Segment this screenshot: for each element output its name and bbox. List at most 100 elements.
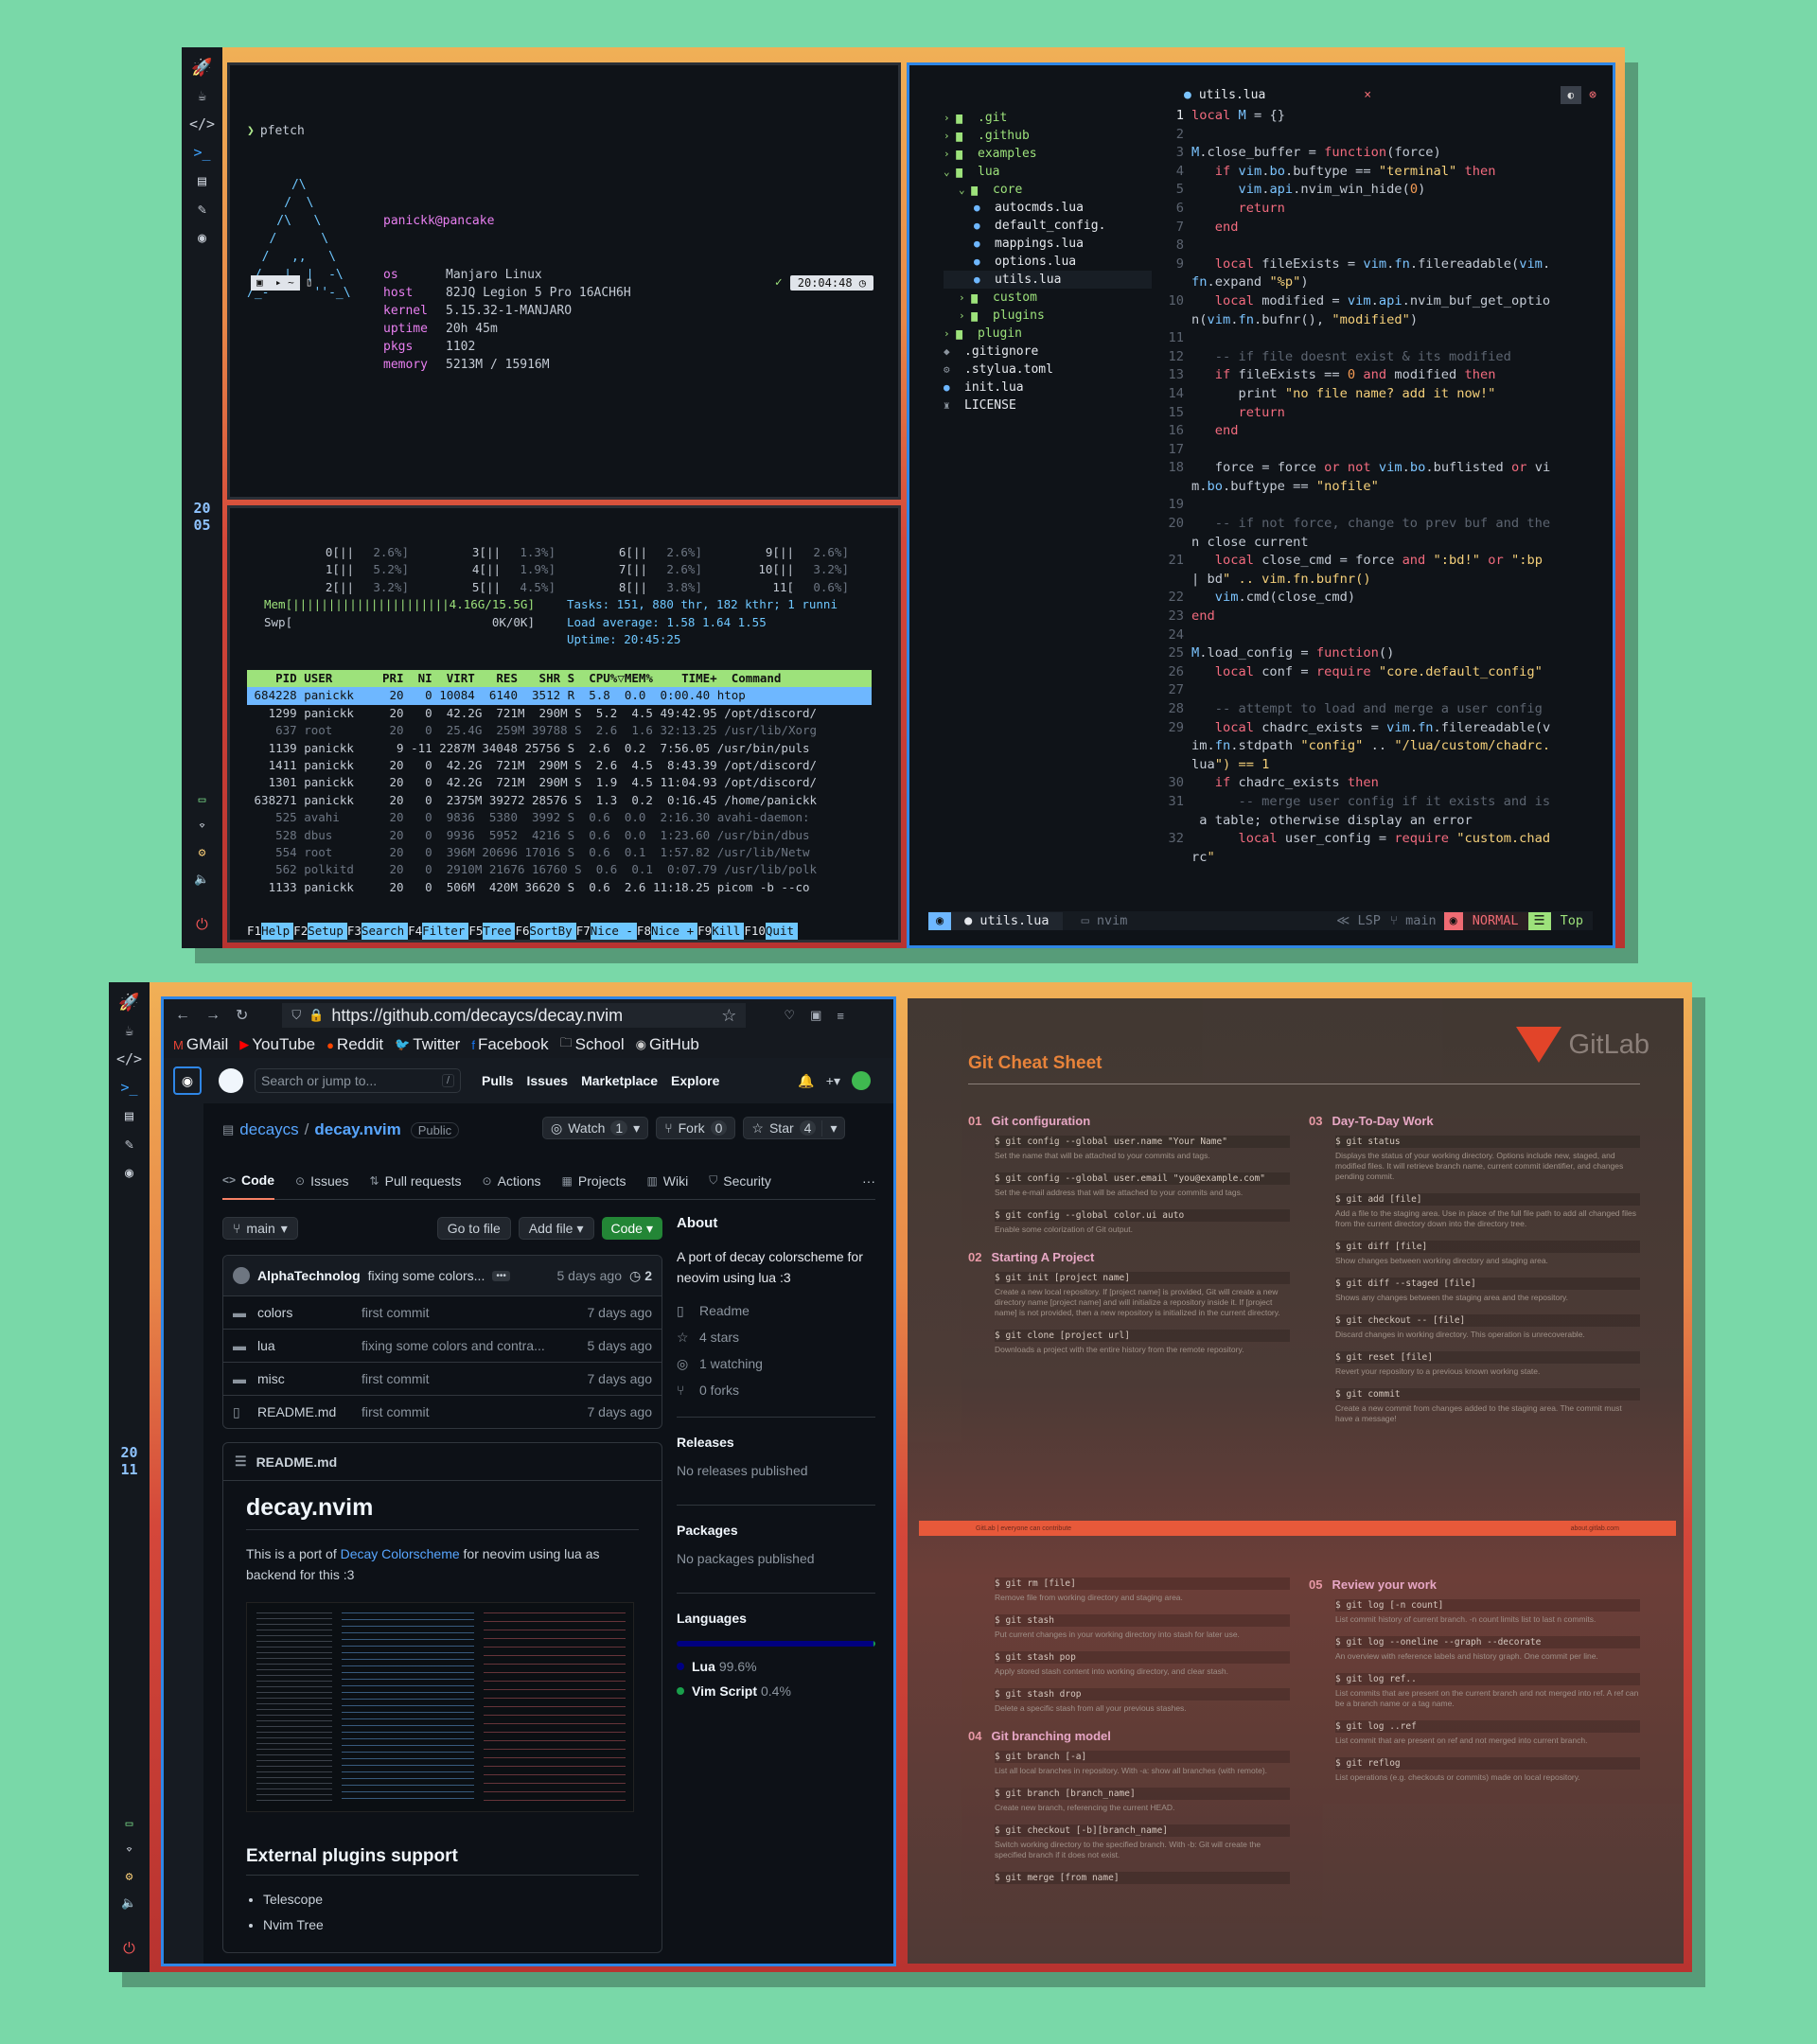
wifi-icon[interactable]: ⌔ [119, 1840, 140, 1860]
add-file-button[interactable]: Add file ▾ [518, 1217, 594, 1240]
file-row[interactable]: ▯ README.md first commit 7 days ago [223, 1395, 662, 1428]
create-new-icon[interactable]: +▾ [826, 1073, 840, 1089]
github-logo[interactable] [219, 1068, 243, 1093]
tree-item[interactable]: › ▆ .github [944, 127, 1152, 145]
decay-link[interactable]: Decay Colorscheme [341, 1546, 460, 1561]
bookmark-reddit[interactable]: ● Reddit [326, 1035, 383, 1054]
fkey-setup[interactable]: F2 Setup [293, 923, 347, 940]
tab-wiki[interactable]: ▥ Wiki [646, 1162, 688, 1200]
tab-code[interactable]: <> Code [222, 1162, 275, 1200]
process-row[interactable]: 1301 panickk 20 0 42.2G 721M 290M S 1.9 … [247, 774, 872, 791]
tree-item[interactable]: ⌄ ▆ lua [944, 163, 1152, 181]
table-header[interactable]: PID USER PRI NI VIRT RES SHR S CPU%▽MEM%… [247, 670, 872, 688]
battery-icon[interactable]: ▭ [119, 1813, 140, 1834]
tree-item[interactable]: ◆ .gitignore [944, 343, 1152, 361]
menu-icon[interactable]: ≡ [837, 1009, 844, 1023]
bookmark-facebook[interactable]: f Facebook [471, 1035, 548, 1054]
nav-issues[interactable]: Issues [526, 1073, 568, 1088]
fkey-tree[interactable]: F5 Tree [468, 923, 516, 940]
forward-icon[interactable]: → [205, 1007, 221, 1024]
language-item[interactable]: Lua 99.6% [677, 1654, 875, 1679]
language-item[interactable]: Vim Script 0.4% [677, 1679, 875, 1703]
tree-item[interactable]: › ▆ examples [944, 145, 1152, 163]
code-icon[interactable]: </> [116, 1048, 142, 1069]
tree-item[interactable]: ⌄ ▆ core [944, 181, 1152, 199]
theme-toggle-icon[interactable]: ◐ [1560, 86, 1582, 104]
bookmark-twitter[interactable]: 🐦 Twitter [395, 1035, 460, 1054]
tree-item[interactable]: ● mappings.lua [944, 235, 1152, 253]
tree-item[interactable]: ● init.lua [944, 379, 1152, 396]
goto-file-button[interactable]: Go to file [436, 1217, 511, 1240]
avatar[interactable] [852, 1071, 871, 1090]
branch-select[interactable]: ⑂ main ▾ [222, 1217, 298, 1240]
watch-button[interactable]: ◎ Watch 1 ▾ [542, 1117, 649, 1139]
tree-item[interactable]: ● default_config. [944, 217, 1152, 235]
fkey-nice[interactable]: F7 Nice - [576, 923, 637, 940]
settings-icon[interactable]: ⚙ [192, 842, 213, 863]
process-row[interactable]: 684228 panickk 20 0 10084 6140 3512 R 5.… [247, 687, 872, 705]
rocket-icon[interactable]: 🚀 [191, 57, 212, 78]
nvim-window[interactable]: › ▆ .git › ▆ .github › ▆ examples ⌄ ▆ lua ⌄ ▆ cor… [907, 62, 1615, 948]
process-row[interactable]: 562 polkitd 20 0 2910M 21676 16760 S 0.6… [247, 861, 872, 878]
power-icon[interactable]: ⏻ [119, 1938, 140, 1959]
repo-name-link[interactable]: decay.nvim [314, 1120, 400, 1139]
process-row[interactable]: 554 root 20 0 396M 20696 17016 S 0.6 0.1… [247, 844, 872, 861]
releases-title[interactable]: Releases [677, 1435, 875, 1450]
fkey-quit[interactable]: F10 Quit [744, 923, 798, 940]
bookmark-youtube[interactable]: ▶ YouTube [239, 1035, 315, 1054]
list-icon[interactable]: ☰ [235, 1454, 247, 1470]
terminal-icon[interactable]: >_ [119, 1077, 140, 1098]
reload-icon[interactable]: ↻ [236, 1006, 248, 1025]
about-item[interactable]: ⑂ 0 forks [677, 1377, 875, 1403]
battery-icon[interactable]: ▭ [192, 789, 213, 810]
commit-message[interactable]: fixing some colors... [368, 1268, 485, 1283]
about-item[interactable]: ▯ Readme [677, 1297, 875, 1324]
code-editor[interactable]: 1 local M = {} 2 3 M.close_buffer = function… [1163, 107, 1608, 867]
history-icon[interactable]: ◷ [629, 1268, 641, 1284]
repo-owner-link[interactable]: decaycs [239, 1120, 298, 1139]
nav-marketplace[interactable]: Marketplace [581, 1073, 658, 1088]
coffee-icon[interactable]: ☕ [119, 1020, 140, 1041]
close-all-icon[interactable]: ⊗ [1589, 86, 1596, 104]
tab-pull-requests[interactable]: ⇅ Pull requests [370, 1162, 462, 1200]
buffer-tab[interactable]: ● utils.lua × ◐ ⊗ [1184, 86, 1596, 104]
process-row[interactable]: 1411 panickk 20 0 42.2G 721M 290M S 2.6 … [247, 757, 872, 774]
coffee-icon[interactable]: ☕ [192, 85, 213, 106]
tree-item[interactable]: ● autocmds.lua [944, 199, 1152, 217]
edit-icon[interactable]: ✎ [119, 1134, 140, 1154]
bookmark-gmail[interactable]: M GMail [173, 1035, 228, 1054]
tree-item[interactable]: ● utils.lua [944, 271, 1152, 289]
code-icon[interactable]: </> [189, 114, 215, 134]
fkey-nice[interactable]: F8 Nice + [637, 923, 698, 940]
search-input[interactable]: Search or jump to... / [255, 1068, 461, 1093]
fork-button[interactable]: ⑂ Fork 0 [656, 1117, 736, 1139]
nav-pulls[interactable]: Pulls [482, 1073, 513, 1088]
commit-count[interactable]: 2 [644, 1268, 652, 1283]
about-item[interactable]: ☆ 4 stars [677, 1324, 875, 1350]
fkey-help[interactable]: F1 Help [247, 923, 294, 940]
fkey-kill[interactable]: F9 Kill [697, 923, 745, 940]
tab-actions[interactable]: ⊙ Actions [483, 1162, 541, 1200]
tree-item[interactable]: › ▆ plugin [944, 325, 1152, 343]
file-row[interactable]: ▬ lua fixing some colors and contra... 5 da… [223, 1329, 662, 1362]
edit-icon[interactable]: ✎ [192, 199, 213, 220]
tab-issues[interactable]: ⊙ Issues [295, 1162, 349, 1200]
browser-window[interactable]: ← → ↻ ⛉ 🔒 https://github.com/decaycs/decay.… [161, 996, 896, 1966]
tabs-icon[interactable]: ▣ [810, 1008, 821, 1023]
file-row[interactable]: ▬ colors first commit 7 days ago [223, 1295, 662, 1329]
about-item[interactable]: ◎ 1 watching [677, 1350, 875, 1377]
htop-terminal[interactable]: 0[|| 2.6%] 3[|| 1.3%] 6[|| 2.6%] 9[|| 2.6%] 1[||… [227, 505, 901, 943]
more-tabs-icon[interactable]: ··· [862, 1173, 875, 1189]
process-row[interactable]: 528 dbus 20 0 9936 5952 4216 S 0.6 0.0 1… [247, 827, 872, 844]
more-icon[interactable]: ••• [492, 1270, 510, 1281]
bookmark-school[interactable]: 🗀 School [560, 1034, 625, 1055]
notification-icon[interactable]: 🔔 [798, 1073, 814, 1089]
code-button[interactable]: Code ▾ [601, 1217, 662, 1240]
discord-icon[interactable]: ◉ [119, 1162, 140, 1183]
settings-icon[interactable]: ⚙ [119, 1866, 140, 1887]
wifi-icon[interactable]: ⌔ [192, 816, 213, 837]
url-bar[interactable]: ⛉ 🔒 https://github.com/decaycs/decay.nvim… [282, 1003, 747, 1028]
document-icon[interactable]: ▤ [119, 1105, 140, 1126]
fkey-sortby[interactable]: F6 SortBy [515, 923, 576, 940]
terminal-icon[interactable]: >_ [192, 142, 213, 163]
